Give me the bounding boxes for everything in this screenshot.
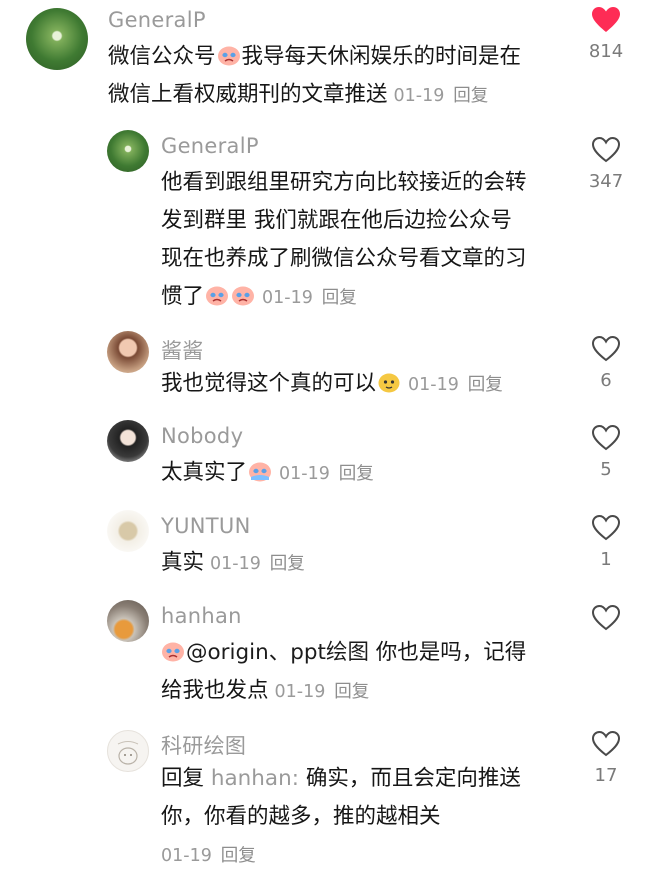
like-count: 17 [594, 765, 618, 786]
commenter-name[interactable]: 酱酱 [161, 335, 204, 365]
comment-3: 酱酱 我也觉得这个真的可以 01-19 回复 6 [0, 325, 650, 413]
heart-icon [591, 335, 621, 362]
dog-face-emoji [377, 368, 401, 393]
comment-6: hanhan @origin、ppt绘图 你也是吗，记得 给我也发点 01-19 … [0, 594, 650, 724]
reply-button[interactable]: 回复 [270, 554, 305, 574]
comment-text: 我也觉得这个真的可以 01-19 回复 [161, 365, 503, 404]
heart-icon [591, 604, 621, 631]
crying-face-emoji [205, 281, 229, 306]
like-button[interactable]: 6 [570, 335, 642, 391]
comment-date: 01-19 [279, 464, 330, 484]
like-count: 814 [588, 41, 624, 62]
avatar-illustration [117, 741, 139, 765]
heart-icon [591, 514, 621, 541]
like-button[interactable]: 5 [570, 424, 642, 480]
commenter-name[interactable]: 科研绘图 [161, 730, 246, 760]
comment-text: 太真实了 01-19 回复 [161, 454, 374, 493]
avatar[interactable] [107, 600, 149, 642]
like-button[interactable]: 347 [570, 136, 642, 192]
heart-icon [591, 424, 621, 451]
comment-text: 真实 01-19 回复 [161, 550, 305, 575]
reply-button[interactable]: 回复 [339, 464, 374, 484]
comment-5: YUNTUN 真实 01-19 回复 1 [0, 504, 650, 594]
heart-icon [591, 136, 621, 163]
like-count: 1 [600, 549, 612, 570]
like-button[interactable]: 814 [570, 6, 642, 62]
comment-date: 01-19 [161, 846, 212, 866]
avatar[interactable] [107, 130, 149, 172]
comment-7: 科研绘图 回复 hanhan: 确实，而且会定向推送 你，你看的越多，推的越相关… [0, 724, 650, 867]
comment-date: 01-19 [393, 86, 445, 106]
comment-2: GeneralP 他看到跟组里研究方向比较接近的会转 发到群里 我们就跟在他后边… [0, 120, 650, 325]
comment-text: 回复 hanhan: 确实，而且会定向推送 你，你看的越多，推的越相关 01-1… [161, 766, 521, 866]
like-count: 5 [600, 459, 612, 480]
commenter-name[interactable]: YUNTUN [161, 514, 251, 538]
crying-face-emoji [248, 457, 272, 482]
mention-link[interactable]: @origin、ppt绘图 [186, 640, 369, 665]
comment-date: 01-19 [408, 375, 459, 395]
avatar[interactable] [107, 510, 149, 552]
avatar[interactable] [107, 730, 149, 772]
comment-text: 微信公众号 我导每天休闲娱乐的时间是在 微信上看权威期刊的文章推送 01-19 回复 [108, 38, 521, 115]
commenter-name[interactable]: Nobody [161, 424, 243, 448]
like-button[interactable] [570, 604, 642, 639]
like-button[interactable]: 1 [570, 514, 642, 570]
reply-button[interactable]: 回复 [322, 288, 357, 308]
heart-icon [592, 7, 620, 32]
like-count: 347 [588, 171, 624, 192]
comment-date: 01-19 [262, 288, 313, 308]
crying-face-emoji [161, 637, 185, 662]
commenter-name[interactable]: hanhan [161, 604, 242, 628]
heart-icon [591, 730, 621, 757]
reply-button[interactable]: 回复 [468, 375, 503, 395]
reply-target[interactable]: hanhan: [211, 766, 299, 791]
like-button[interactable]: 17 [570, 730, 642, 786]
comment-text: @origin、ppt绘图 你也是吗，记得 给我也发点 01-19 回复 [161, 634, 526, 711]
like-count: 6 [600, 370, 612, 391]
comment-4: Nobody 太真实了 01-19 回复 5 [0, 414, 650, 504]
reply-button[interactable]: 回复 [453, 86, 488, 106]
commenter-name[interactable]: GeneralP [108, 8, 206, 32]
comment-date: 01-19 [210, 554, 261, 574]
crying-face-emoji [231, 281, 255, 306]
avatar[interactable] [26, 8, 88, 70]
commenter-name[interactable]: GeneralP [161, 134, 259, 158]
comment-1: GeneralP 微信公众号 我导每天休闲娱乐的时间是在 微信上看权威期刊的文章推… [0, 0, 650, 118]
reply-button[interactable]: 回复 [334, 682, 369, 702]
comment-date: 01-19 [274, 682, 326, 702]
avatar[interactable] [107, 331, 149, 373]
reply-button[interactable]: 回复 [221, 846, 256, 866]
avatar[interactable] [107, 420, 149, 462]
comment-text: 他看到跟组里研究方向比较接近的会转 发到群里 我们就跟在他后边捡公众号 现在也养… [161, 170, 527, 309]
crying-face-emoji [217, 41, 241, 66]
